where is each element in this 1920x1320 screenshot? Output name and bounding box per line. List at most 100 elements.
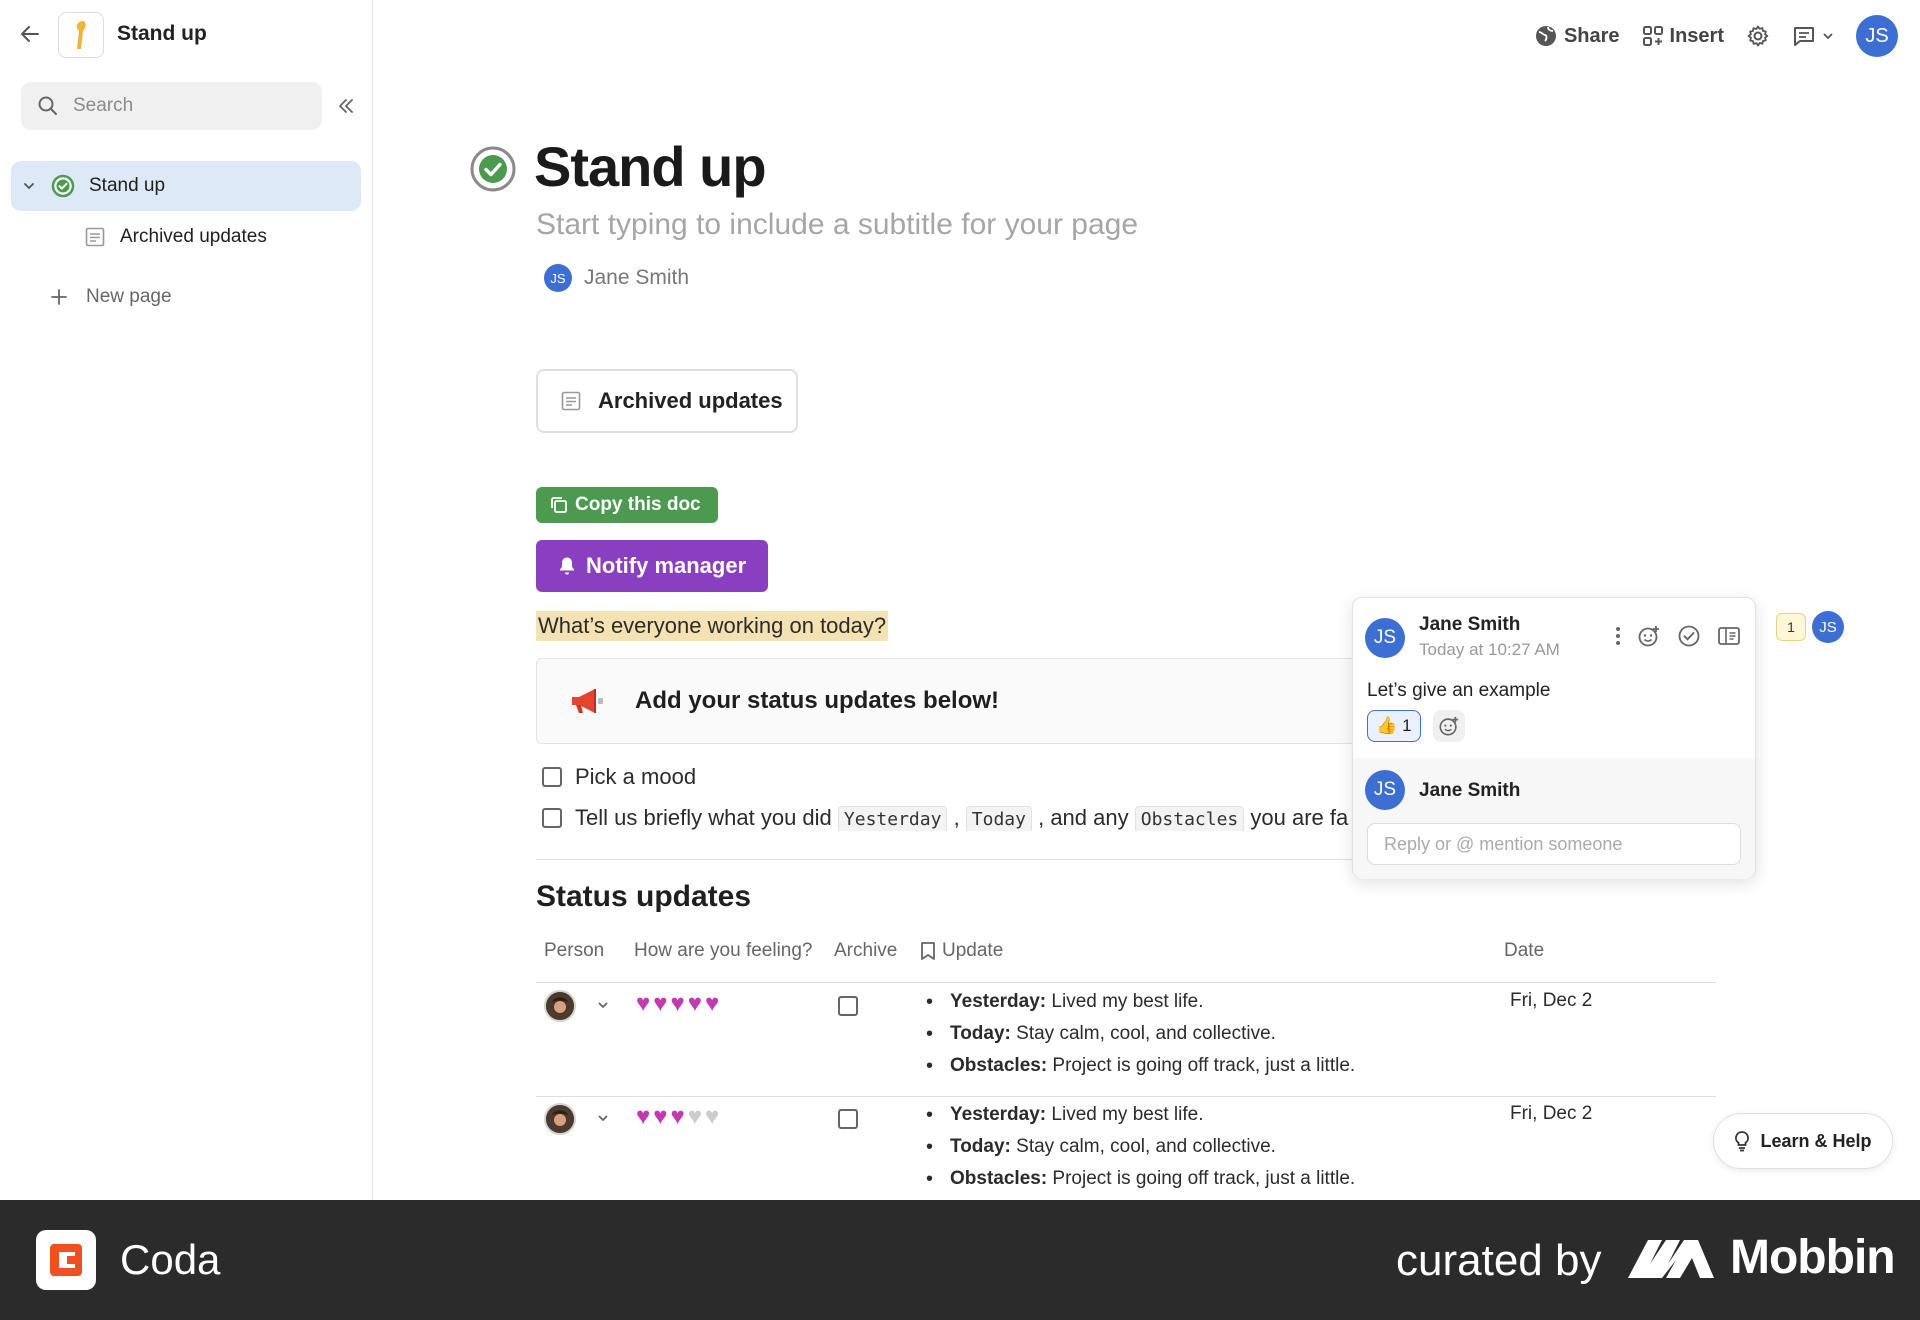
check-circle-icon — [51, 174, 75, 198]
row-date[interactable]: Fri, Dec 2 — [1510, 1103, 1592, 1125]
search-icon — [38, 96, 57, 115]
add-reaction-icon — [1439, 716, 1459, 736]
bookmark-icon — [921, 942, 935, 960]
person-avatar[interactable] — [544, 990, 576, 1022]
mobbin-mark-icon — [1628, 1239, 1714, 1278]
comment-author-name: Jane Smith — [1419, 614, 1521, 635]
chevron-down-icon[interactable] — [596, 1111, 610, 1130]
heart-icon[interactable]: ♥ — [705, 1105, 719, 1129]
todo-checkbox[interactable] — [542, 767, 562, 787]
comment-icon — [1794, 27, 1814, 46]
archived-updates-card[interactable]: Archived updates — [536, 369, 798, 433]
settings-button[interactable] — [1746, 24, 1770, 48]
heart-icon[interactable]: ♥ — [653, 992, 667, 1016]
heart-icon[interactable]: ♥ — [688, 992, 702, 1016]
column-header-update[interactable]: Update — [920, 940, 1003, 962]
grid-plus-icon — [1642, 26, 1663, 46]
search-placeholder: Search — [73, 95, 134, 116]
update-today: Today: Stay calm, cool, and collective. — [926, 1135, 1355, 1167]
notify-manager-button[interactable]: Notify manager — [536, 540, 769, 592]
reply-author-name: Jane Smith — [1419, 780, 1521, 801]
insert-button[interactable]: Insert — [1642, 25, 1724, 48]
update-yesterday-label: Yesterday: — [950, 1104, 1047, 1125]
thumbs-up-reaction[interactable]: 👍 1 — [1367, 710, 1421, 742]
add-reaction-button[interactable] — [1433, 710, 1465, 742]
sidebar-item-label: Stand up — [89, 175, 166, 196]
side-panel-icon[interactable] — [1717, 625, 1741, 652]
comment-marker-avatar: JS — [1812, 611, 1844, 643]
copy-doc-button[interactable]: Copy this doc — [536, 487, 718, 523]
heart-icon[interactable]: ♥ — [671, 992, 685, 1016]
update-obstacles-text: Project is going off track, just a littl… — [1047, 1055, 1356, 1076]
column-header-person[interactable]: Person — [544, 940, 604, 962]
update-yesterday-text: Lived my best life. — [1046, 1104, 1204, 1125]
update-obstacles: Obstacles: Project is going off track, j… — [926, 1167, 1355, 1199]
back-arrow-icon[interactable] — [16, 20, 44, 48]
update-obstacles-label: Obstacles: — [950, 1168, 1048, 1189]
archive-checkbox[interactable] — [838, 1109, 858, 1129]
todo-checkbox[interactable] — [542, 808, 562, 828]
update-list[interactable]: Yesterday: Lived my best life. Today: St… — [926, 1103, 1355, 1199]
heart-icon[interactable]: ♥ — [688, 1105, 702, 1129]
doc-icon[interactable] — [58, 12, 104, 58]
update-today-label: Today: — [950, 1023, 1011, 1044]
column-header-feeling[interactable]: How are you feeling? — [634, 940, 813, 962]
sidebar-item-archived-updates[interactable]: Archived updates — [84, 222, 267, 252]
thumbs-up-icon: 👍 — [1376, 716, 1398, 735]
comment-author-avatar: JS — [1365, 618, 1405, 658]
comments-menu-button[interactable] — [1792, 24, 1834, 48]
reply-input[interactable] — [1367, 823, 1741, 865]
todo-text-part: you are fa — [1244, 805, 1349, 830]
inline-code: Yesterday — [837, 806, 948, 831]
mood-rating[interactable]: ♥ ♥ ♥ ♥ ♥ — [636, 1105, 719, 1129]
collapse-sidebar-icon[interactable] — [334, 94, 358, 118]
insert-label: Insert — [1669, 24, 1724, 47]
heart-icon[interactable]: ♥ — [705, 992, 719, 1016]
sidebar-item-stand-up[interactable]: Stand up — [11, 161, 361, 211]
comment-marker[interactable]: 1 JS — [1776, 611, 1844, 643]
archive-checkbox[interactable] — [838, 996, 858, 1016]
page-title[interactable]: Stand up — [534, 134, 767, 199]
coda-logo — [36, 1230, 96, 1290]
more-vertical-icon[interactable] — [1615, 626, 1621, 651]
doc-title[interactable]: Stand up — [117, 22, 207, 46]
reply-author-avatar: JS — [1365, 770, 1405, 810]
search-input[interactable]: Search — [21, 82, 322, 130]
column-header-archive[interactable]: Archive — [834, 940, 897, 962]
update-obstacles-text: Project is going off track, just a littl… — [1047, 1168, 1356, 1189]
learn-help-button[interactable]: Learn & Help — [1713, 1113, 1893, 1169]
page-check-icon[interactable] — [470, 146, 516, 192]
new-page-button[interactable]: New page — [50, 282, 172, 312]
page-subtitle-placeholder[interactable]: Start typing to include a subtitle for y… — [536, 208, 1138, 242]
user-avatar[interactable]: JS — [1856, 15, 1898, 57]
update-list[interactable]: Yesterday: Lived my best life. Today: St… — [926, 990, 1355, 1086]
page-author[interactable]: JS Jane Smith — [544, 264, 689, 292]
person-avatar[interactable] — [544, 1103, 576, 1135]
chevron-down-icon[interactable] — [596, 998, 610, 1017]
add-reaction-icon[interactable] — [1637, 624, 1661, 653]
share-button[interactable]: Share — [1534, 24, 1620, 48]
heart-icon[interactable]: ♥ — [653, 1105, 667, 1129]
chevron-down-icon[interactable] — [19, 180, 39, 192]
megaphone-icon — [572, 689, 603, 713]
mood-rating[interactable]: ♥ ♥ ♥ ♥ ♥ — [636, 992, 719, 1016]
todo-text-part: , and any — [1031, 805, 1135, 830]
comment-count-badge: 1 — [1776, 613, 1806, 641]
plus-icon — [50, 288, 68, 306]
footer-curated-by: curated by — [1396, 1236, 1602, 1285]
heart-icon[interactable]: ♥ — [671, 1105, 685, 1129]
resolve-check-icon[interactable] — [1677, 624, 1701, 653]
highlighted-question[interactable]: What’s everyone working on today? — [536, 611, 889, 641]
author-avatar: JS — [544, 264, 572, 292]
update-today-text: Stay calm, cool, and collective. — [1010, 1023, 1276, 1044]
heart-icon[interactable]: ♥ — [636, 1105, 650, 1129]
todo-text-part: Tell us briefly what you did — [575, 805, 838, 830]
heart-icon[interactable]: ♥ — [636, 992, 650, 1016]
update-obstacles-label: Obstacles: — [950, 1055, 1048, 1076]
row-date[interactable]: Fri, Dec 2 — [1510, 990, 1592, 1012]
section-heading: Status updates — [536, 880, 752, 913]
comment-timestamp: Today at 10:27 AM — [1419, 640, 1560, 659]
notify-manager-label: Notify manager — [586, 553, 747, 578]
column-header-date[interactable]: Date — [1504, 940, 1544, 962]
mobbin-logo: Mobbin — [1626, 1230, 1896, 1285]
